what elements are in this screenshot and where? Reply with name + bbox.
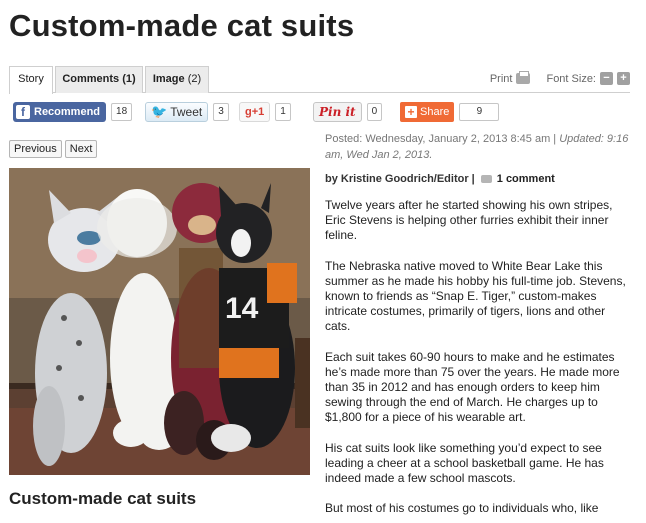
font-size-label: Font Size: bbox=[546, 72, 596, 85]
tab-image-label: Image bbox=[152, 73, 185, 85]
author-name: by Kristine Goodrich/Editor | bbox=[325, 173, 475, 185]
share-label: Share bbox=[420, 105, 450, 118]
tab-image-count: (2) bbox=[187, 73, 202, 85]
article-paragraph: Twelve years after he started showing hi… bbox=[325, 198, 613, 243]
share-plus-icon: + bbox=[405, 105, 417, 118]
facebook-recommend-widget: f Recommend 18 bbox=[13, 101, 133, 122]
font-size-increase-button[interactable]: + bbox=[617, 72, 630, 85]
google-plus-count: 1 bbox=[275, 102, 291, 121]
article-paragraph: The Nebraska native moved to White Bear … bbox=[325, 258, 626, 334]
posted-date: Posted: Wednesday, January 2, 2013 8:45 … bbox=[325, 133, 557, 145]
article-paragraph: His cat suits look like something you’d … bbox=[325, 440, 604, 486]
print-link[interactable]: Print bbox=[490, 73, 513, 85]
tab-comments[interactable]: Comments (1) bbox=[55, 66, 143, 93]
article-tabs: Story Comments (1) Image (2) Print Font … bbox=[9, 66, 630, 94]
post-meta: Posted: Wednesday, January 2, 2013 8:45 … bbox=[325, 131, 630, 163]
comments-link[interactable]: 1 comment bbox=[497, 173, 555, 185]
jersey-number: 14 bbox=[225, 292, 259, 325]
previous-button[interactable]: Previous bbox=[9, 140, 62, 158]
tweet-button[interactable]: 🐦 Tweet bbox=[145, 101, 209, 122]
tab-comments-label: Comments (1) bbox=[62, 73, 136, 85]
share-widget: + Share 9 bbox=[400, 101, 500, 122]
article-headline: Custom-made cat suits bbox=[9, 8, 355, 43]
twitter-widget: 🐦 Tweet 3 bbox=[145, 101, 229, 122]
google-plus-widget: g+1 1 bbox=[239, 101, 291, 122]
tab-image[interactable]: Image (2) bbox=[145, 66, 209, 93]
google-plus-button[interactable]: g+1 bbox=[239, 101, 271, 122]
image-pager: Previous Next bbox=[9, 140, 98, 158]
pin-it-button[interactable]: Pin it bbox=[313, 101, 362, 122]
article-paragraph: But most of his costumes go to individua… bbox=[325, 501, 599, 516]
photo-caption: Custom-made cat suits bbox=[9, 489, 197, 508]
pin-count: 0 bbox=[366, 102, 383, 121]
cat-suits-photo-illustration: 14 bbox=[9, 168, 310, 475]
article-photo[interactable]: 14 bbox=[9, 168, 310, 475]
tweet-label: Tweet bbox=[170, 104, 203, 119]
tab-story[interactable]: Story bbox=[9, 66, 53, 94]
facebook-count: 18 bbox=[111, 102, 133, 121]
print-icon[interactable] bbox=[516, 71, 531, 84]
article-tools: Print Font Size: − + bbox=[490, 71, 630, 85]
facebook-recommend-label: Recommend bbox=[34, 105, 101, 118]
share-button[interactable]: + Share bbox=[400, 101, 455, 122]
facebook-recommend-button[interactable]: f Recommend bbox=[13, 101, 107, 122]
next-button[interactable]: Next bbox=[64, 140, 98, 158]
twitter-bird-icon: 🐦 bbox=[151, 103, 168, 119]
tweet-count: 3 bbox=[213, 102, 229, 121]
facebook-icon: f bbox=[16, 104, 30, 119]
comment-icon bbox=[480, 175, 492, 183]
share-count: 9 bbox=[459, 102, 500, 121]
pinterest-widget: Pin it 0 bbox=[313, 101, 383, 122]
byline: by Kristine Goodrich/Editor | 1 comment bbox=[325, 173, 555, 185]
article-body: Twelve years after he started showing hi… bbox=[325, 198, 631, 523]
font-size-decrease-button[interactable]: − bbox=[600, 72, 613, 85]
article-paragraph: Each suit takes 60-90 hours to make and … bbox=[325, 349, 620, 425]
